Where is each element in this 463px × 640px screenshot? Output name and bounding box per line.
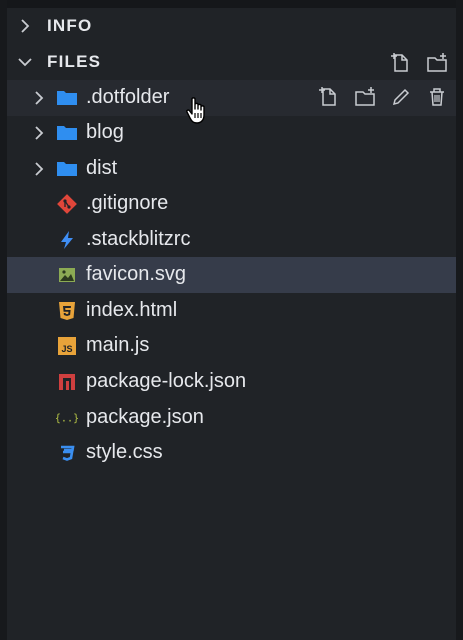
tree-item-label: blog [86, 121, 124, 143]
html5-icon [56, 300, 78, 322]
new-folder-icon[interactable] [426, 52, 448, 74]
chevron-down-icon [18, 58, 32, 67]
rename-pencil-icon[interactable] [390, 86, 412, 108]
svg-text:{..}: {..} [56, 413, 78, 424]
left-edge [0, 0, 7, 640]
new-file-icon[interactable] [318, 86, 340, 108]
tree-item-favicon[interactable]: favicon.svg [7, 257, 456, 293]
json-icon: {..} [56, 407, 78, 429]
right-edge [456, 0, 463, 640]
tree-item-label: package.json [86, 406, 204, 428]
folder-icon [56, 158, 78, 180]
tree-item-label: main.js [86, 334, 150, 356]
tree-item-label: favicon.svg [86, 263, 187, 285]
tree-item-label: .gitignore [86, 192, 169, 214]
svg-text:JS: JS [61, 344, 72, 354]
tree-item-label: dist [86, 157, 118, 179]
npm-icon [56, 371, 78, 393]
hand-cursor-icon [186, 97, 205, 124]
chevron-right-icon [35, 126, 44, 140]
css3-icon [56, 442, 78, 464]
tree-item-stackblitzrc[interactable]: .stackblitzrc [7, 222, 456, 258]
tree-item-gitignore[interactable]: .gitignore [7, 186, 456, 222]
delete-trash-icon[interactable] [426, 86, 448, 108]
section-info-header[interactable]: INFO [7, 9, 456, 43]
tree-item-dotfolder[interactable]: .dotfolder [7, 80, 456, 116]
top-edge [0, 0, 463, 8]
new-file-icon[interactable] [390, 52, 412, 74]
tree-item-blog[interactable]: blog [7, 115, 456, 151]
tree-item-label: index.html [86, 299, 178, 321]
tree-item-label: .dotfolder [86, 86, 170, 108]
chevron-right-icon [35, 162, 44, 176]
new-folder-icon[interactable] [354, 86, 376, 108]
folder-icon [56, 87, 78, 109]
section-files-title: FILES [47, 52, 102, 71]
tree-item-index-html[interactable]: index.html [7, 293, 456, 329]
folder-icon [56, 122, 78, 144]
tree-item-package-json[interactable]: {..} package.json [7, 400, 456, 436]
tree-item-package-lock-json[interactable]: package-lock.json [7, 364, 456, 400]
image-icon [56, 264, 78, 286]
git-icon [56, 193, 78, 215]
tree-item-label: style.css [86, 441, 163, 463]
chevron-right-icon [35, 91, 44, 105]
tree-item-main-js[interactable]: JS main.js [7, 328, 456, 364]
javascript-icon: JS [56, 335, 78, 357]
section-files-header[interactable]: FILES [7, 45, 456, 79]
tree-item-label: package-lock.json [86, 370, 247, 392]
chevron-right-icon [21, 19, 30, 33]
tree-item-dist[interactable]: dist [7, 151, 456, 187]
section-info-title: INFO [47, 16, 93, 35]
lightning-icon [56, 229, 78, 251]
tree-item-label: .stackblitzrc [86, 228, 191, 250]
tree-item-style-css[interactable]: style.css [7, 435, 456, 471]
